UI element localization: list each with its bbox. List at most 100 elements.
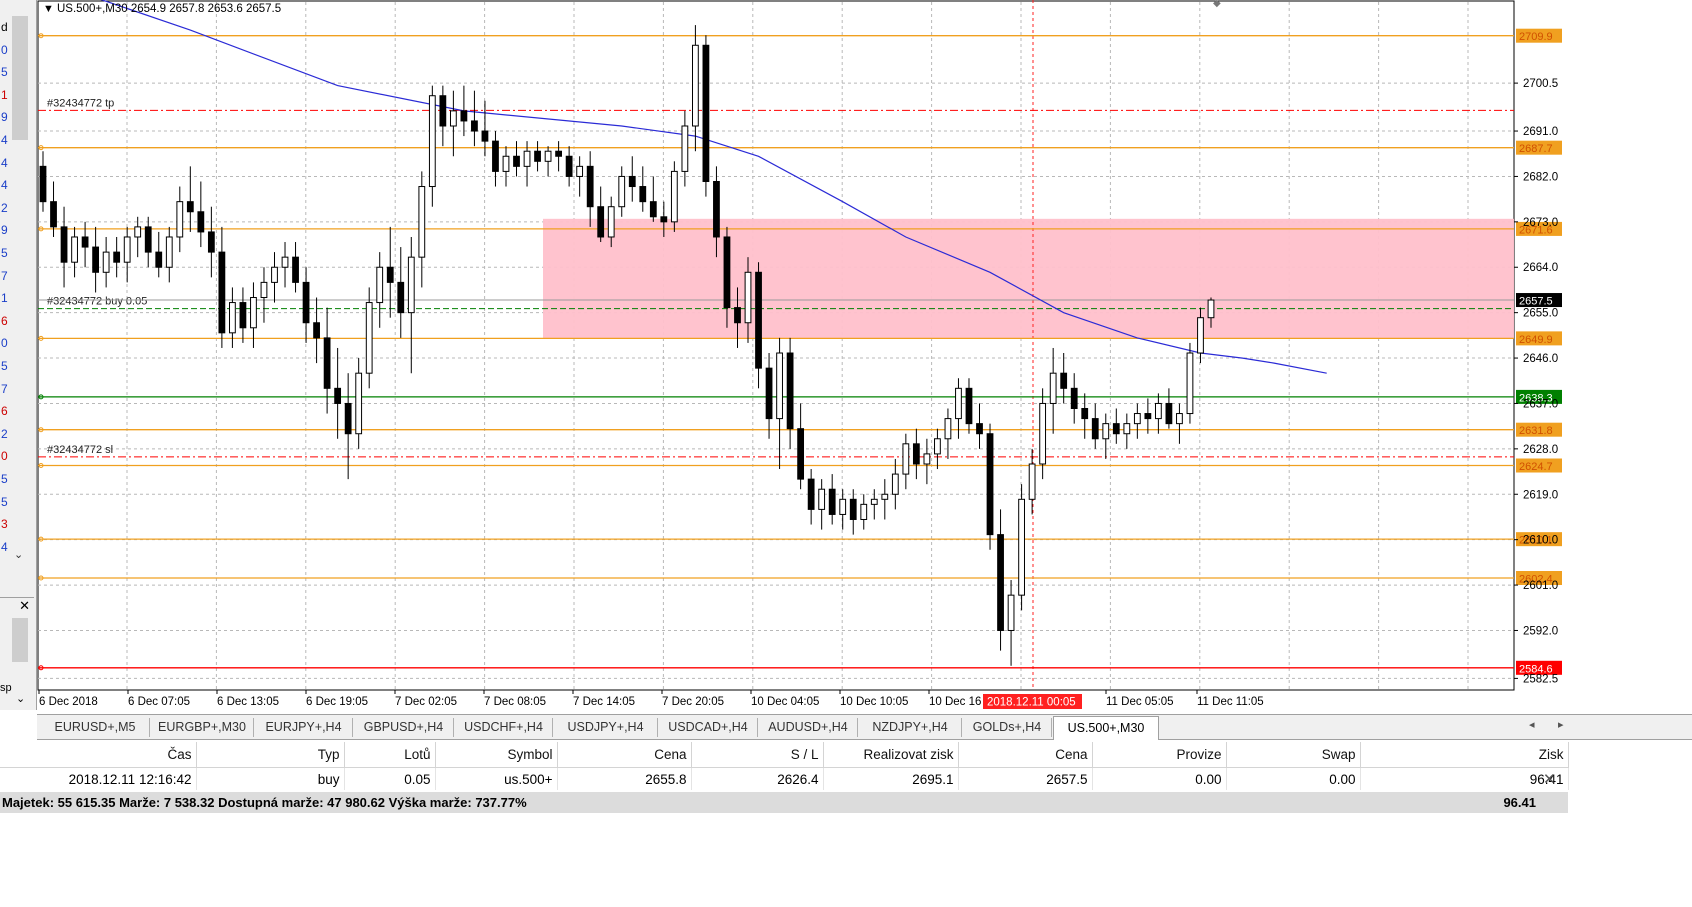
current-price-text: 2657.5 [1519, 296, 1553, 308]
scroll-down-arrow[interactable]: ⌄ [16, 692, 25, 705]
candle-body [250, 297, 257, 329]
column-header[interactable]: Lotů [344, 742, 436, 768]
close-position-icon[interactable]: ✕ [1543, 770, 1556, 788]
candle-body [1049, 372, 1057, 404]
y-tick-label: 2610.0 [1523, 535, 1558, 547]
tab-chart-usdcad-h4[interactable]: USDCAD+,H4 [659, 718, 758, 737]
candle-body [860, 503, 868, 520]
candle-body [660, 216, 668, 223]
tab-chart-audusd-h4[interactable]: AUDUSD+,H4 [759, 718, 858, 737]
candle-body [849, 498, 857, 520]
candle-body [765, 367, 773, 420]
candle-body [702, 44, 710, 182]
column-header[interactable]: Symbol [435, 742, 558, 768]
column-header[interactable]: Cena [557, 742, 692, 768]
column-header[interactable]: Provize [1092, 742, 1227, 768]
market-watch-fragment: 7 [1, 268, 8, 283]
candle-body [534, 150, 541, 162]
candle-body [681, 125, 689, 172]
candle-body [1186, 352, 1194, 415]
crosshair-time-label: 2018.12.11 00:05 [987, 697, 1076, 709]
navigator-panel: ✕ sp ⌄ [0, 597, 34, 710]
scroll-down-arrow[interactable]: ⌄ [14, 548, 23, 561]
tab-chart-usdchf-h4[interactable]: USDCHF+,H4 [455, 718, 553, 737]
left-side-panel: d 0 5 1 9 4 4 4 2 9 5 7 1 6 0 5 7 6 2 0 5 5 3 4 ⌄ ✕ sp ⌄ [0, 0, 37, 710]
candle-body [786, 352, 794, 430]
table-row[interactable]: 2018.12.11 12:16:42 buy 0.05 us.500+ 2655.8 2… [0, 767, 1569, 790]
candle-body [881, 493, 889, 500]
table-cell: 0.00 [1226, 767, 1361, 790]
close-icon[interactable]: ✕ [19, 598, 30, 614]
tab-chart-golds-h4[interactable]: GOLDs+,H4 [963, 718, 1052, 737]
candle-body [955, 387, 962, 420]
table-cell: 2657.5 [958, 767, 1093, 790]
candle-body [944, 418, 952, 440]
candle-body [281, 256, 289, 268]
candle-body [912, 443, 920, 465]
candle-body [565, 155, 573, 177]
y-tick-label: 2673.0 [1523, 217, 1558, 229]
column-header[interactable]: Cena [958, 742, 1093, 768]
column-header[interactable]: Čas [0, 742, 197, 768]
candle-body [218, 251, 226, 334]
tab-chart-gbpusd-h4[interactable]: GBPUSD+,H4 [354, 718, 454, 737]
market-watch-fragment: 5 [1, 494, 8, 509]
tab-chart-nzdjpy-h4[interactable]: NZDJPY+,H4 [859, 718, 962, 737]
tab-scroll-left-icon[interactable]: ◂ [1529, 718, 1535, 731]
tab-chart-eurgbp-m30[interactable]: EURGBP+,M30 [151, 718, 254, 737]
account-summary-text: Majetek: 55 615.35 Marže: 7 538.32 Dostu… [2, 795, 527, 810]
candle-body [734, 307, 741, 324]
candle-body [407, 256, 415, 314]
candle-body [670, 170, 678, 223]
x-tick-label: 7 Dec 20:05 [662, 696, 724, 708]
candle-body [797, 428, 805, 480]
candle-body [628, 175, 636, 188]
candle-body [1102, 423, 1110, 440]
candle-body [649, 201, 657, 218]
tab-chart-eurusd-m5[interactable]: EURUSD+,M5 [41, 718, 150, 737]
candle-body [60, 226, 68, 263]
candle-body [828, 488, 836, 515]
market-watch-fragment: 0 [1, 42, 8, 57]
tab-chart-eurjpy-h4[interactable]: EURJPY+,H4 [255, 718, 353, 737]
candle-body [597, 206, 605, 238]
column-header[interactable]: S / L [691, 742, 824, 768]
column-header[interactable]: Typ [196, 742, 345, 768]
y-tick-label: 2637.0 [1523, 398, 1558, 410]
candle-body [313, 322, 320, 339]
column-header[interactable]: Swap [1226, 742, 1361, 768]
candle-body [50, 201, 57, 228]
candle-body [1207, 299, 1215, 319]
y-tick-label: 2700.5 [1523, 78, 1558, 90]
candle-body [1081, 408, 1089, 420]
market-watch-fragment: 4 [1, 178, 8, 193]
candle-body [1133, 413, 1141, 425]
market-watch-fragment: 3 [1, 517, 8, 532]
candle-body [1060, 372, 1068, 389]
scrollbar-thumb[interactable] [12, 618, 28, 662]
supply-zone [543, 218, 1514, 339]
tab-chart-us-500-m30[interactable]: US.500+,M30 [1053, 716, 1159, 740]
tab-scroll-right-icon[interactable]: ▸ [1558, 718, 1564, 731]
candle-body [176, 201, 184, 238]
x-tick-label: 10 Dec 10:05 [840, 696, 908, 708]
market-watch-fragment: 2 [1, 426, 8, 441]
column-header[interactable]: Zisk [1360, 742, 1569, 768]
y-tick-label: 2582.5 [1523, 673, 1558, 685]
market-watch-fragment: 6 [1, 404, 8, 419]
candle-body [986, 433, 994, 536]
candle-body [965, 387, 973, 425]
price-label-text: 2631.8 [1519, 425, 1553, 437]
price-chart[interactable]: 2709.92687.72671.62649.92638.32631.82624… [37, 0, 1692, 712]
price-label-text: 2687.7 [1519, 143, 1553, 155]
candle-body [1144, 413, 1152, 420]
candle-body [1039, 402, 1047, 465]
scrollbar-thumb[interactable] [12, 16, 28, 140]
candle-body [260, 281, 268, 299]
tab-chart-usdjpy-h4[interactable]: USDJPY+,H4 [554, 718, 658, 737]
candle-body [113, 251, 121, 263]
candle-body [386, 266, 394, 283]
candle-body [492, 140, 499, 172]
column-header[interactable]: Realizovat zisk [823, 742, 959, 768]
market-watch-fragment: 0 [1, 336, 8, 351]
